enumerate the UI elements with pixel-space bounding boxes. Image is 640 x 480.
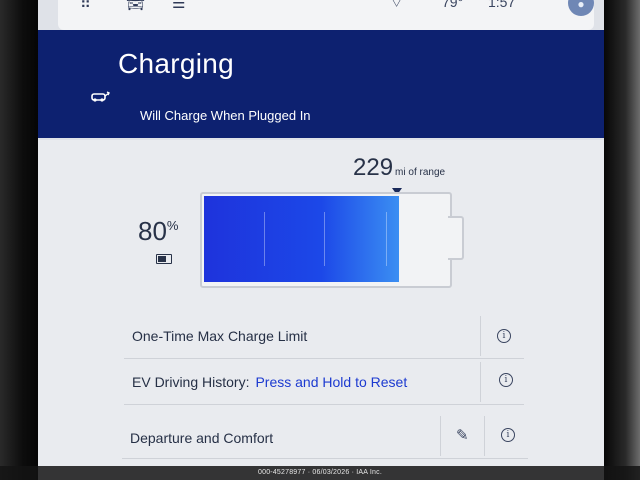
battery-gauge[interactable] [200, 192, 452, 288]
page-title: Charging [118, 48, 235, 79]
range-readout: 229 mi of range [353, 154, 445, 182]
charging-header: Charging Will Charge When Plugged In [38, 30, 604, 138]
clock: 1:57 [488, 0, 516, 10]
battery-status-icon [156, 254, 172, 264]
apps-grid-icon[interactable]: ⠿ [80, 0, 91, 12]
row-divider [480, 362, 481, 402]
ev-history-label: EV Driving History: [132, 374, 250, 390]
media-icon[interactable]: ☰ [172, 0, 185, 12]
reset-history-link[interactable]: Press and Hold to Reset [255, 374, 407, 390]
battery-terminal [448, 216, 464, 260]
info-icon[interactable]: i [497, 329, 511, 343]
range-value: 229 [353, 154, 394, 181]
battery-fill [204, 196, 399, 282]
row-label: Departure and Comfort [130, 430, 274, 446]
profile-icon[interactable]: ● [568, 0, 594, 16]
row-label: One-Time Max Charge Limit [132, 328, 308, 344]
vehicle-icon[interactable]: 🚘︎ [126, 0, 145, 12]
battery-divider [386, 212, 387, 266]
ev-charging-icon [91, 91, 110, 102]
infotainment-screen: ⠿ 🚘︎ ☰ ⌔ 79° 1:57 ● Charging Will Charge… [38, 0, 604, 480]
range-unit: mi of range [395, 167, 446, 178]
percent-symbol: % [166, 218, 179, 233]
battery-divider [324, 212, 325, 266]
status-bar: ⠿ 🚘︎ ☰ ⌔ 79° 1:57 ● [58, 0, 594, 30]
info-icon[interactable]: i [501, 428, 515, 442]
watermark: 000-45278977 · 06/03/2026 · IAA Inc. [0, 466, 640, 480]
row-divider [480, 316, 481, 356]
row-label: EV Driving History: Press and Hold to Res… [132, 374, 407, 390]
info-icon[interactable]: i [499, 373, 513, 387]
departure-comfort-row[interactable]: Departure and Comfort ✎ i [122, 414, 528, 459]
right-bezel [604, 0, 640, 480]
ev-driving-history-row[interactable]: EV Driving History: Press and Hold to Res… [124, 360, 524, 405]
max-charge-limit-row[interactable]: One-Time Max Charge Limit i [124, 314, 524, 359]
charge-percent-value: 80 [138, 216, 167, 246]
row-divider [484, 416, 485, 456]
connectivity-icon: ⌔ [390, 0, 404, 10]
temperature: 79° [442, 0, 464, 10]
left-bezel [0, 0, 38, 480]
battery-divider [264, 212, 265, 266]
charge-status-text: Will Charge When Plugged In [140, 108, 311, 123]
row-divider [440, 416, 441, 456]
pencil-icon[interactable]: ✎ [456, 426, 469, 444]
charge-percent: 80% [138, 216, 178, 247]
charging-panel: 229 mi of range 80% One-Time Max Charge L… [38, 140, 604, 480]
